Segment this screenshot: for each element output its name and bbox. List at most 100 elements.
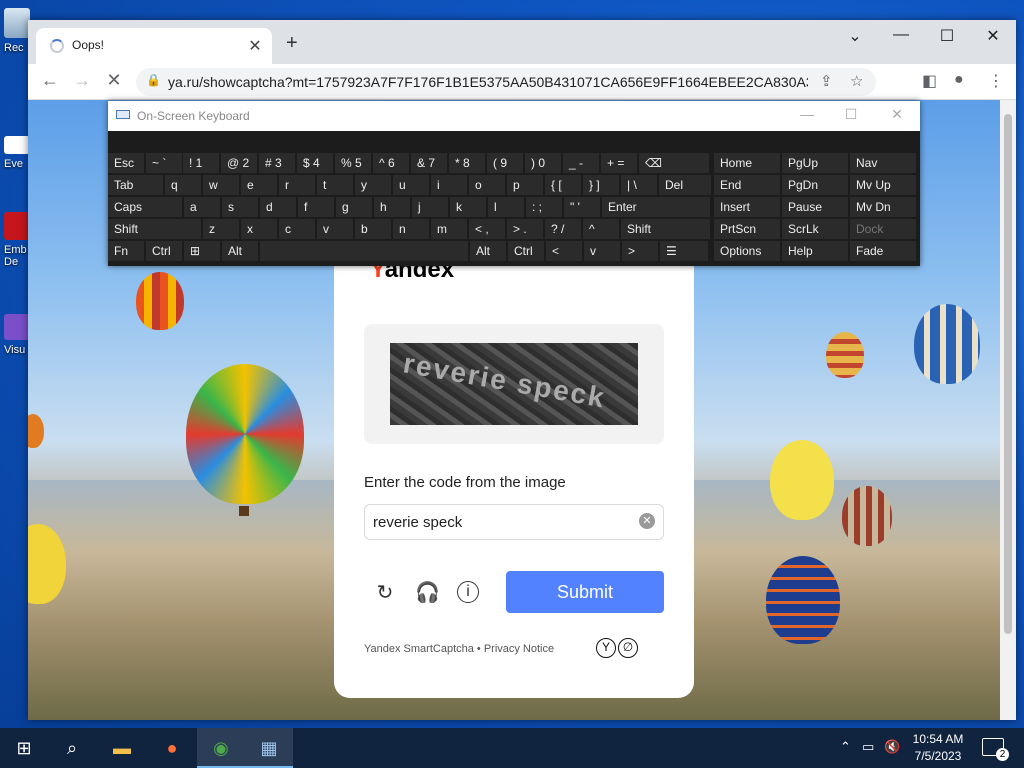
info-icon[interactable]: i xyxy=(457,581,479,603)
osk-key[interactable]: Home xyxy=(714,153,780,173)
osk-key[interactable]: Nav xyxy=(850,153,916,173)
search-icon[interactable]: ⌕ xyxy=(48,728,96,768)
osk-key[interactable]: v xyxy=(584,241,620,261)
osk-key[interactable]: Options xyxy=(714,241,780,261)
osk-key[interactable]: { [ xyxy=(545,175,581,195)
osk-key[interactable]: + = xyxy=(601,153,637,173)
osk-key[interactable]: f xyxy=(298,197,334,217)
osk-key[interactable]: g xyxy=(336,197,372,217)
osk-key[interactable]: ? / xyxy=(545,219,581,239)
clear-input-icon[interactable]: ✕ xyxy=(639,513,655,529)
osk-key[interactable]: | \ xyxy=(621,175,657,195)
osk-key[interactable]: j xyxy=(412,197,448,217)
osk-key[interactable]: r xyxy=(279,175,315,195)
osk-key[interactable]: ) 0 xyxy=(525,153,561,173)
start-button-icon[interactable]: ⊞ xyxy=(0,728,48,768)
captcha-code-field[interactable]: ✕ xyxy=(364,504,664,540)
osk-key[interactable]: Ctrl xyxy=(146,241,182,261)
osk-key[interactable]: Mv Up xyxy=(850,175,916,195)
osk-key[interactable]: PgUp xyxy=(782,153,848,173)
osk-key[interactable]: ⌫ xyxy=(639,153,709,173)
osk-key[interactable]: q xyxy=(165,175,201,195)
osk-key[interactable]: ( 9 xyxy=(487,153,523,173)
osk-key[interactable]: _ - xyxy=(563,153,599,173)
osk-key[interactable]: Caps xyxy=(108,197,182,217)
page-scrollbar[interactable] xyxy=(1000,100,1016,720)
osk-key[interactable]: $ 4 xyxy=(297,153,333,173)
captcha-footer-links[interactable]: Yandex SmartCaptcha • Privacy Notice xyxy=(364,643,554,655)
side-panel-icon[interactable]: ◧ xyxy=(922,71,937,91)
osk-key[interactable]: ~ ` xyxy=(146,153,182,173)
osk-key[interactable]: w xyxy=(203,175,239,195)
osk-key[interactable]: k xyxy=(450,197,486,217)
osk-key[interactable]: % 5 xyxy=(335,153,371,173)
minimize-icon[interactable]: — xyxy=(886,26,916,44)
osk-key[interactable]: < , xyxy=(469,219,505,239)
osk-key[interactable]: a xyxy=(184,197,220,217)
chrome-taskbar-icon[interactable]: ◉ xyxy=(197,728,245,768)
notifications-icon[interactable]: 2 xyxy=(982,738,1009,761)
osk-key[interactable]: c xyxy=(279,219,315,239)
submit-button[interactable]: Submit xyxy=(506,571,664,613)
osk-key[interactable]: ^ 6 xyxy=(373,153,409,173)
osk-key[interactable]: n xyxy=(393,219,429,239)
file-explorer-icon[interactable]: ▬ xyxy=(98,728,146,768)
tab-oops[interactable]: Oops! ✕ xyxy=(36,28,272,64)
url-text[interactable]: ya.ru/showcaptcha?mt=1757923A7F7F176F1B1… xyxy=(168,74,808,90)
osk-key[interactable]: ☰ xyxy=(660,241,708,261)
tab-search-chevron-icon[interactable]: ⌄ xyxy=(840,26,870,46)
osk-key[interactable]: x xyxy=(241,219,277,239)
osk-key[interactable]: Shift xyxy=(108,219,201,239)
profile-avatar-icon[interactable]: ● xyxy=(954,71,964,89)
osk-key[interactable]: b xyxy=(355,219,391,239)
bookmark-star-icon[interactable]: ☆ xyxy=(850,72,863,90)
osk-minimize-icon[interactable]: — xyxy=(792,106,822,122)
close-tab-icon[interactable]: ✕ xyxy=(246,36,264,56)
osk-key[interactable]: Esc xyxy=(108,153,144,173)
osk-key[interactable]: Fn xyxy=(108,241,144,261)
osk-key[interactable]: & 7 xyxy=(411,153,447,173)
osk-key[interactable]: d xyxy=(260,197,296,217)
osk-key[interactable]: t xyxy=(317,175,353,195)
osk-key[interactable]: # 3 xyxy=(259,153,295,173)
osk-key[interactable]: s xyxy=(222,197,258,217)
osk-key[interactable]: u xyxy=(393,175,429,195)
osk-key[interactable]: * 8 xyxy=(449,153,485,173)
osk-key[interactable]: > . xyxy=(507,219,543,239)
captcha-code-input[interactable] xyxy=(373,511,629,533)
osk-key[interactable] xyxy=(260,241,468,261)
osk-maximize-icon[interactable]: ☐ xyxy=(836,106,866,123)
osk-key[interactable]: " ' xyxy=(564,197,600,217)
osk-key[interactable]: Ctrl xyxy=(508,241,544,261)
osk-key[interactable]: p xyxy=(507,175,543,195)
osk-key[interactable]: Shift xyxy=(621,219,710,239)
menu-dots-icon[interactable]: ⋮ xyxy=(988,71,1004,91)
maximize-icon[interactable]: ☐ xyxy=(932,26,962,46)
osk-key[interactable]: l xyxy=(488,197,524,217)
osk-key[interactable]: h xyxy=(374,197,410,217)
osk-key[interactable]: i xyxy=(431,175,467,195)
share-icon[interactable]: ⇪ xyxy=(820,72,833,90)
osk-key[interactable]: Insert xyxy=(714,197,780,217)
clock[interactable]: 10:54 AM 7/5/2023 xyxy=(898,731,978,765)
lock-icon[interactable]: 🔒 xyxy=(146,73,161,87)
osk-key[interactable]: End xyxy=(714,175,780,195)
osk-key[interactable]: > xyxy=(622,241,658,261)
osk-key[interactable]: PgDn xyxy=(782,175,848,195)
osk-key[interactable]: m xyxy=(431,219,467,239)
osk-key[interactable]: @ 2 xyxy=(221,153,257,173)
forward-icon[interactable]: → xyxy=(70,70,94,91)
on-screen-keyboard-taskbar-icon[interactable]: ▦ xyxy=(245,728,293,768)
osk-key[interactable]: v xyxy=(317,219,353,239)
osk-key[interactable]: Help xyxy=(782,241,848,261)
new-tab-icon[interactable]: + xyxy=(286,32,298,55)
osk-key[interactable]: o xyxy=(469,175,505,195)
osk-key[interactable]: Fade xyxy=(850,241,916,261)
osk-key[interactable]: } ] xyxy=(583,175,619,195)
osk-close-icon[interactable]: ✕ xyxy=(882,106,912,123)
osk-key[interactable]: Mv Dn xyxy=(850,197,916,217)
osk-key[interactable]: Tab xyxy=(108,175,163,195)
scrollbar-thumb[interactable] xyxy=(1004,114,1012,634)
close-window-icon[interactable]: ✕ xyxy=(978,26,1008,46)
osk-key[interactable]: Pause xyxy=(782,197,848,217)
